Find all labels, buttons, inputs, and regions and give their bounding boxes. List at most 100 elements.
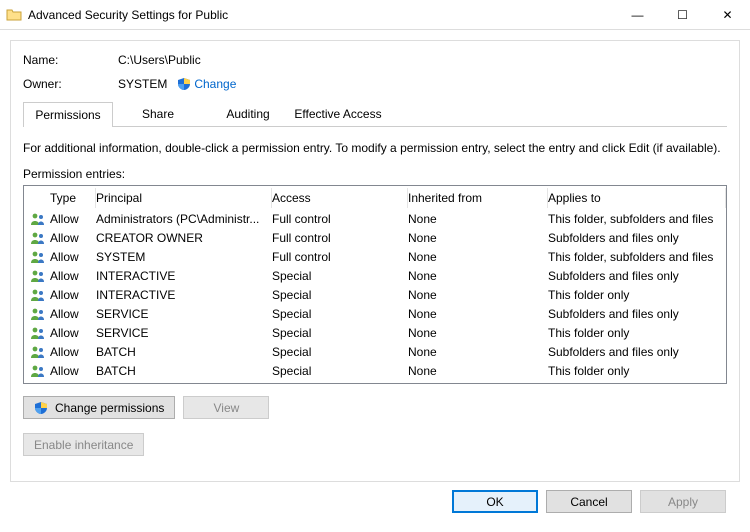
view-label: View bbox=[213, 401, 239, 415]
table-row[interactable]: AllowSERVICESpecialNoneThis folder only bbox=[24, 323, 726, 342]
tabs: Permissions Share Auditing Effective Acc… bbox=[23, 101, 727, 127]
cell-access: Special bbox=[272, 288, 408, 302]
change-permissions-label: Change permissions bbox=[55, 401, 164, 415]
cell-access: Special bbox=[272, 269, 408, 283]
table-row[interactable]: AllowAdministrators (PC\Administr...Full… bbox=[24, 209, 726, 228]
view-button: View bbox=[183, 396, 269, 419]
cell-principal: INTERACTIVE bbox=[96, 269, 272, 283]
cancel-button[interactable]: Cancel bbox=[546, 490, 632, 513]
cell-applies: This folder only bbox=[548, 288, 726, 302]
permissions-grid: Type Principal Access Inherited from App… bbox=[23, 185, 727, 384]
cell-principal: Administrators (PC\Administr... bbox=[96, 212, 272, 226]
cell-access: Full control bbox=[272, 250, 408, 264]
users-icon bbox=[30, 288, 50, 302]
users-icon bbox=[30, 250, 50, 264]
minimize-button[interactable]: — bbox=[615, 0, 660, 30]
entries-label: Permission entries: bbox=[23, 167, 727, 181]
table-row[interactable]: AllowSERVICESpecialNoneSubfolders and fi… bbox=[24, 304, 726, 323]
cell-applies: Subfolders and files only bbox=[548, 345, 726, 359]
titlebar: Advanced Security Settings for Public — … bbox=[0, 0, 750, 30]
col-type[interactable]: Type bbox=[50, 188, 96, 208]
ok-button[interactable]: OK bbox=[452, 490, 538, 513]
tab-share[interactable]: Share bbox=[113, 101, 203, 126]
cell-applies: This folder only bbox=[548, 364, 726, 378]
cell-type: Allow bbox=[50, 288, 96, 302]
cell-inherited: None bbox=[408, 231, 548, 245]
grid-header: Type Principal Access Inherited from App… bbox=[24, 186, 726, 209]
info-text: For additional information, double-click… bbox=[23, 141, 727, 155]
cell-type: Allow bbox=[50, 231, 96, 245]
owner-row: Owner: SYSTEM Change bbox=[23, 77, 727, 91]
owner-label: Owner: bbox=[23, 77, 118, 91]
users-icon bbox=[30, 307, 50, 321]
name-label: Name: bbox=[23, 53, 118, 67]
cell-applies: This folder, subfolders and files bbox=[548, 212, 726, 226]
cell-type: Allow bbox=[50, 269, 96, 283]
cell-applies: Subfolders and files only bbox=[548, 307, 726, 321]
window-title: Advanced Security Settings for Public bbox=[28, 8, 615, 22]
cell-access: Special bbox=[272, 326, 408, 340]
cell-principal: BATCH bbox=[96, 364, 272, 378]
close-button[interactable]: ✕ bbox=[705, 0, 750, 30]
users-icon bbox=[30, 231, 50, 245]
cell-principal: BATCH bbox=[96, 345, 272, 359]
cell-inherited: None bbox=[408, 326, 548, 340]
change-permissions-button[interactable]: Change permissions bbox=[23, 396, 175, 419]
cell-inherited: None bbox=[408, 212, 548, 226]
users-icon bbox=[30, 326, 50, 340]
shield-icon bbox=[34, 401, 48, 415]
col-principal[interactable]: Principal bbox=[96, 188, 272, 208]
folder-icon bbox=[6, 7, 22, 23]
table-row[interactable]: AllowBATCHSpecialNoneThis folder only bbox=[24, 361, 726, 380]
cell-inherited: None bbox=[408, 364, 548, 378]
tab-effective-access[interactable]: Effective Access bbox=[293, 101, 383, 126]
col-access[interactable]: Access bbox=[272, 188, 408, 208]
tab-auditing[interactable]: Auditing bbox=[203, 101, 293, 126]
cell-access: Full control bbox=[272, 212, 408, 226]
cell-principal: SERVICE bbox=[96, 326, 272, 340]
enable-inheritance-label: Enable inheritance bbox=[34, 438, 133, 452]
enable-inheritance-button: Enable inheritance bbox=[23, 433, 144, 456]
col-inherited[interactable]: Inherited from bbox=[408, 188, 548, 208]
name-row: Name: C:\Users\Public bbox=[23, 53, 727, 67]
col-applies[interactable]: Applies to bbox=[548, 188, 726, 208]
cell-principal: INTERACTIVE bbox=[96, 288, 272, 302]
cell-type: Allow bbox=[50, 345, 96, 359]
cell-inherited: None bbox=[408, 345, 548, 359]
cell-applies: This folder, subfolders and files bbox=[548, 250, 726, 264]
cell-inherited: None bbox=[408, 250, 548, 264]
cell-type: Allow bbox=[50, 364, 96, 378]
table-row[interactable]: AllowSYSTEMFull controlNoneThis folder, … bbox=[24, 247, 726, 266]
main-panel: Name: C:\Users\Public Owner: SYSTEM Chan… bbox=[10, 40, 740, 482]
table-row[interactable]: AllowCREATOR OWNERFull controlNoneSubfol… bbox=[24, 228, 726, 247]
cell-inherited: None bbox=[408, 307, 548, 321]
cell-access: Special bbox=[272, 307, 408, 321]
owner-value: SYSTEM bbox=[118, 77, 167, 91]
change-owner-link[interactable]: Change bbox=[194, 77, 236, 91]
tab-permissions[interactable]: Permissions bbox=[23, 102, 113, 127]
shield-icon bbox=[177, 77, 191, 91]
name-value: C:\Users\Public bbox=[118, 53, 201, 67]
cell-type: Allow bbox=[50, 326, 96, 340]
cell-principal: SERVICE bbox=[96, 307, 272, 321]
table-row[interactable]: AllowINTERACTIVESpecialNoneSubfolders an… bbox=[24, 266, 726, 285]
users-icon bbox=[30, 364, 50, 378]
cell-applies: This folder only bbox=[548, 326, 726, 340]
cell-applies: Subfolders and files only bbox=[548, 269, 726, 283]
cell-type: Allow bbox=[50, 250, 96, 264]
users-icon bbox=[30, 212, 50, 226]
apply-button: Apply bbox=[640, 490, 726, 513]
cell-type: Allow bbox=[50, 307, 96, 321]
cell-access: Special bbox=[272, 364, 408, 378]
cell-applies: Subfolders and files only bbox=[548, 231, 726, 245]
maximize-button[interactable]: ☐ bbox=[660, 0, 705, 30]
table-row[interactable]: AllowINTERACTIVESpecialNoneThis folder o… bbox=[24, 285, 726, 304]
cell-access: Full control bbox=[272, 231, 408, 245]
table-row[interactable]: AllowBATCHSpecialNoneSubfolders and file… bbox=[24, 342, 726, 361]
users-icon bbox=[30, 345, 50, 359]
cell-access: Special bbox=[272, 345, 408, 359]
cell-type: Allow bbox=[50, 212, 96, 226]
users-icon bbox=[30, 269, 50, 283]
cell-principal: CREATOR OWNER bbox=[96, 231, 272, 245]
cell-inherited: None bbox=[408, 269, 548, 283]
